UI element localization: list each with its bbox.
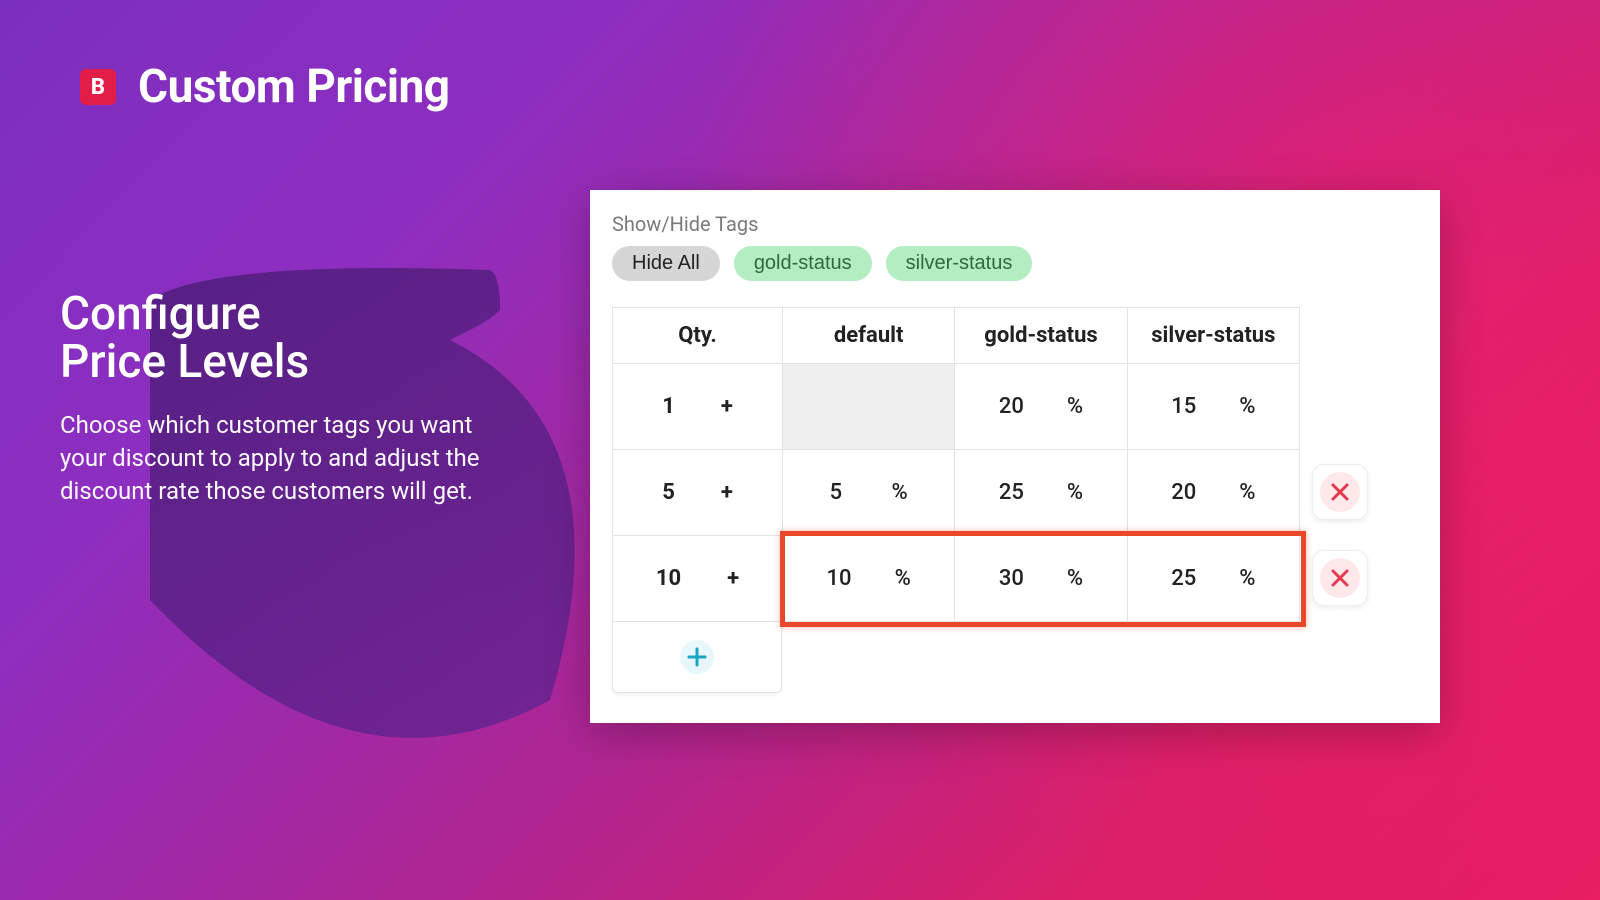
col-silver: silver-status [1127,308,1299,364]
plus-icon [679,639,715,675]
table-row: 10+ 10% 30% 25% [613,536,1300,622]
close-icon [1329,481,1351,503]
delete-row-button[interactable] [1312,550,1368,606]
qty-cell[interactable]: 1+ [613,364,783,450]
qty-cell[interactable]: 10+ [613,536,783,622]
app-title: Custom Pricing [138,60,450,114]
col-default: default [783,308,955,364]
table-row: 1+ 20% 15% [613,364,1300,450]
tag-chip-silver[interactable]: silver-status [886,246,1033,281]
gold-cell[interactable]: 25% [955,450,1127,536]
copy-body: Choose which customer tags you want your… [60,409,480,508]
marketing-copy: Configure Price Levels Choose which cust… [60,290,480,508]
tag-chip-row: Hide All gold-status silver-status [612,246,1418,281]
gold-cell[interactable]: 20% [955,364,1127,450]
close-icon [1329,567,1351,589]
tag-chip-gold[interactable]: gold-status [734,246,872,281]
copy-heading: Configure Price Levels [60,290,480,387]
qty-cell[interactable]: 5+ [613,450,783,536]
pricing-card: Show/Hide Tags Hide All gold-status silv… [590,190,1440,723]
col-gold: gold-status [955,308,1127,364]
header: B Custom Pricing [80,60,450,114]
default-cell[interactable]: 5% [783,450,955,536]
gold-cell[interactable]: 30% [955,536,1127,622]
pricing-table: Qty. default gold-status silver-status 1… [612,307,1300,693]
silver-cell[interactable]: 20% [1127,450,1299,536]
brand-logo-icon: B [80,69,116,105]
logo-letter: B [91,75,105,100]
silver-cell[interactable]: 15% [1127,364,1299,450]
default-cell [783,364,955,450]
add-row-button[interactable] [612,621,782,693]
silver-cell[interactable]: 25% [1127,536,1299,622]
hide-all-button[interactable]: Hide All [612,246,720,281]
tags-section-label: Show/Hide Tags [612,212,1418,236]
default-cell[interactable]: 10% [783,536,955,622]
table-header-row: Qty. default gold-status silver-status [613,308,1300,364]
table-row: 5+ 5% 25% 20% [613,450,1300,536]
delete-row-button[interactable] [1312,464,1368,520]
col-qty: Qty. [613,308,783,364]
